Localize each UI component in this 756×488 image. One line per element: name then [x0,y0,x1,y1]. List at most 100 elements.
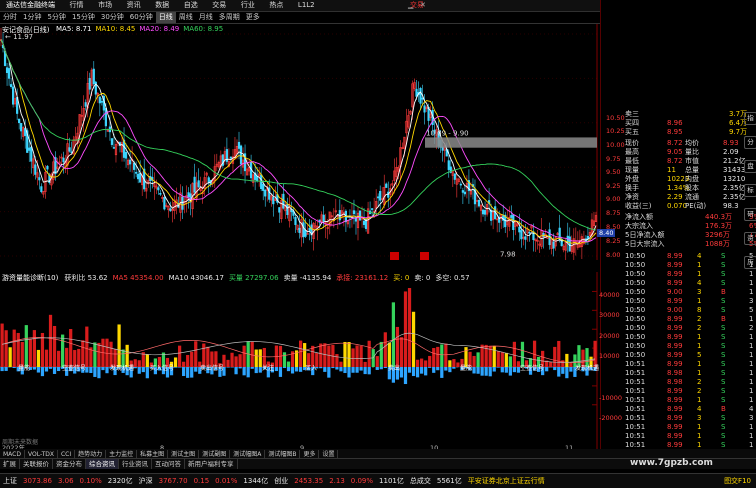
quote-cell: 1 [697,423,701,432]
formula-tab[interactable]: 测试主图 [168,450,199,459]
side-tool-icon[interactable]: 研 [744,208,756,221]
formula-tab[interactable]: 主力监控 [106,450,137,459]
tick-row: 10:518.994B4 [601,405,756,414]
quote-cell: 11 [667,166,676,175]
sell-bar [355,367,358,373]
candle-body [129,160,131,164]
sell-bar [343,367,346,373]
formula-tab[interactable]: 测试幅图B [265,450,300,459]
period-tab-10[interactable]: 更多 [243,12,263,23]
tick-row: 10:508.992B1 [601,315,756,324]
stock-title: 安记食品(日线) [2,25,49,35]
volume-bar [428,356,431,367]
quote-cell: S [721,369,725,378]
sell-bar [335,367,338,370]
formula-tab[interactable]: 设置 [319,450,338,459]
bottom-tab[interactable]: 资金分布 [53,459,86,469]
stat-row: 换手1.34%股本2.35亿 [601,184,756,193]
candle-body [41,187,43,192]
quote-cell: S [721,414,725,423]
formula-tabs: MACDVOL-TDXCCI趋势动力主力监控私募主图测试主图测试副图测试幅图A测… [0,449,756,458]
event-tag[interactable] [420,252,429,260]
formula-tab[interactable]: 私募主图 [137,450,168,459]
menu-item-hot[interactable]: 热点 [263,0,289,11]
formula-tab[interactable]: 趋势动力 [75,450,106,459]
side-tool-icon[interactable]: 历 [744,256,756,269]
quote-cell: 2.09 [723,148,739,157]
side-tool-icon[interactable]: 标 [744,184,756,197]
period-tab-8[interactable]: 月线 [196,12,216,23]
event-tag[interactable] [390,252,399,260]
bottom-tab[interactable]: 新用户福利专享 [185,459,238,469]
period-tab-2[interactable]: 5分钟 [44,12,68,23]
status-item: 总成交 [407,474,434,488]
menu-item-market[interactable]: 市场 [92,0,118,11]
candle-body [283,194,285,208]
candle-body [484,210,486,214]
sell-bar [190,367,193,378]
quote-cell: 10:50 [625,279,645,288]
candlestick-chart[interactable]: 10.09 - 9.90← 11.977.98 安记食品(日线) MA5: 8.… [0,24,600,260]
bottom-tab[interactable]: 扩展 [0,459,20,469]
quote-cell: 8.99 [667,432,683,441]
period-tab-5[interactable]: 60分钟 [127,12,156,23]
volume-bar [497,351,500,367]
status-item: 0.09% [348,474,376,488]
period-tab-4[interactable]: 30分钟 [98,12,127,23]
formula-tab[interactable]: CCI [58,450,75,459]
sell-bar [400,367,403,377]
quote-cell: 10:50 [625,351,645,360]
side-tool-icon[interactable]: 指 [744,112,756,125]
period-tab-7[interactable]: 周线 [176,12,196,23]
close-icon[interactable]: ✕ [414,0,432,11]
candle-body [139,173,141,182]
volume-bar [323,343,326,367]
bottom-tab[interactable]: 互动问答 [152,459,185,469]
quote-cell: 8.72 [667,157,683,166]
quote-cell: 5 [749,306,753,315]
menu-item-quotes[interactable]: 行情 [64,0,90,11]
menu-item-news[interactable]: 资讯 [121,0,147,11]
menu-item-data[interactable]: 数据 [149,0,175,11]
period-tab-6[interactable]: 日线 [156,12,176,23]
side-tool-icon[interactable]: 资 [744,232,756,245]
volume-bar [134,359,137,367]
formula-tab[interactable]: 更多 [300,450,319,459]
indicator-panel[interactable]: 量能空查信号发现机遇买入信号卖出信号关注买入卖出量能空查信号发现机遇周期未来数据… [0,272,600,450]
formula-tab[interactable]: 测试幅图A [230,450,265,459]
quote-cell: 现价 [625,139,639,148]
sell-bar [509,367,512,376]
volume-bar [424,360,427,367]
bottom-tab[interactable]: 关联报价 [20,459,53,469]
menu-item-l1l2[interactable]: L1L2 [292,0,321,11]
period-tab-9[interactable]: 多周期 [216,12,243,23]
vol-axis-label: 40000 [599,291,620,299]
bottom-tab[interactable]: 行业资讯 [119,459,152,469]
menu-item-industry[interactable]: 行业 [235,0,261,11]
period-tab-3[interactable]: 15分钟 [69,12,98,23]
formula-tab[interactable]: MACD [0,450,25,459]
quote-cell: 1 [749,387,753,396]
menu-item-watchlist[interactable]: 自选 [178,0,204,11]
menu-item-trade[interactable]: 交易 [206,0,232,11]
sell-bar [138,367,141,374]
ma-legend: MA5: 8.71MA10: 8.45MA20: 8.49MA60: 8.95 [56,25,227,33]
candle-body [182,197,184,209]
sell-bar [501,367,504,372]
period-tab-0[interactable]: 分时 [0,12,20,23]
flow-row: 5日大宗流入1088万5% [601,240,756,249]
sell-bar [146,367,149,378]
indicator-legend-item: 买量 27297.06 [229,274,279,282]
indicator-legend-item: 买: 0 [393,274,409,282]
f10-button[interactable]: 图交F10 [721,474,754,488]
volume-bar [57,351,60,367]
tick-row: 10:518.982S1 [601,378,756,387]
side-tool-icon[interactable]: 分 [744,136,756,149]
formula-tab[interactable]: VOL-TDX [25,450,58,459]
bottom-tab[interactable]: 综合资讯 [86,459,119,469]
volume-bar [476,352,479,367]
formula-tab[interactable]: 测试副图 [199,450,230,459]
volume-bar [303,343,306,367]
period-tab-1[interactable]: 1分钟 [20,12,44,23]
side-tool-icon[interactable]: 盘 [744,160,756,173]
